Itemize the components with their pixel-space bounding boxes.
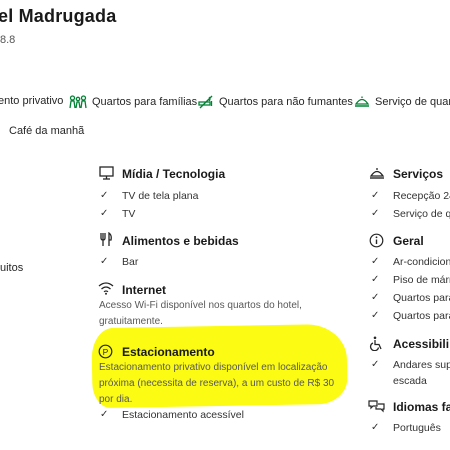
languages-item: Português (393, 422, 441, 434)
breakfast-label: Café da manhã (9, 125, 85, 137)
check-icon: ✓ (371, 359, 380, 370)
general-item: Piso de márm (393, 274, 450, 286)
parking-icon: P (98, 344, 113, 359)
hotel-title: el Madrugada (0, 6, 117, 26)
food-item: Bar (122, 256, 139, 268)
section-title-parking: Estacionamento (122, 345, 215, 359)
media-item: TV (122, 208, 136, 220)
accessibility-item: Andares supe (393, 359, 450, 371)
cutlery-icon (100, 232, 112, 246)
parking-description: Estacionamento privativo disponível em l… (99, 362, 335, 405)
info-icon (369, 233, 384, 248)
internet-description: Acesso Wi-Fi disponível nos quartos do h… (99, 300, 302, 327)
review-score: 8.8 (0, 34, 16, 46)
check-icon: ✓ (100, 409, 109, 420)
section-title-general: Geral (393, 234, 424, 248)
services-item: Serviço de qu (393, 208, 450, 220)
check-icon: ✓ (100, 190, 109, 201)
check-icon: ✓ (371, 310, 380, 321)
check-icon: ✓ (371, 208, 380, 219)
general-item: Ar-condicion (393, 256, 450, 268)
general-item: Quartos para (393, 310, 450, 322)
check-icon: ✓ (100, 256, 109, 267)
facility-label: Serviço de quart (375, 96, 450, 108)
accessibility-item: escada (393, 375, 427, 387)
facility-label: Quartos para famílias (92, 96, 198, 108)
tv-icon (99, 166, 114, 180)
room-service-icon (354, 96, 370, 107)
check-icon: ✓ (100, 208, 109, 219)
check-icon: ✓ (371, 190, 380, 201)
facility-label: Quartos para não fumantes (219, 96, 353, 108)
bell-icon (369, 168, 385, 179)
section-title-accessibility: Acessibili (393, 337, 450, 351)
section-title-food: Alimentos e bebidas (122, 234, 239, 248)
family-icon (69, 95, 87, 109)
facility-room-service: Serviço de quart (354, 95, 450, 109)
no-smoking-icon (198, 95, 213, 109)
parking-item: Estacionamento acessível (122, 409, 244, 421)
wheelchair-icon (369, 336, 382, 351)
section-title-services: Serviços (393, 167, 444, 181)
facility-non-smoking: Quartos para não fumantes (198, 95, 353, 109)
wifi-icon (98, 282, 114, 295)
check-icon: ✓ (371, 422, 380, 433)
section-title-internet: Internet (122, 283, 167, 297)
facility-family-rooms: Quartos para famílias (69, 95, 197, 109)
left-column-item: uitos (0, 262, 24, 274)
check-icon: ✓ (371, 256, 380, 267)
facility-label: ento privativo (0, 95, 64, 107)
media-item: TV de tela plana (122, 190, 199, 202)
speech-bubbles-icon (368, 400, 385, 413)
check-icon: ✓ (371, 292, 380, 303)
general-item: Quartos para (393, 292, 450, 304)
facility-parking: ento privativo (0, 95, 63, 107)
check-icon: ✓ (371, 274, 380, 285)
section-title-media: Mídia / Tecnologia (122, 167, 226, 181)
services-item: Recepção 24 (393, 190, 450, 202)
section-title-languages: Idiomas fa (393, 400, 450, 414)
svg-text:P: P (103, 347, 109, 357)
